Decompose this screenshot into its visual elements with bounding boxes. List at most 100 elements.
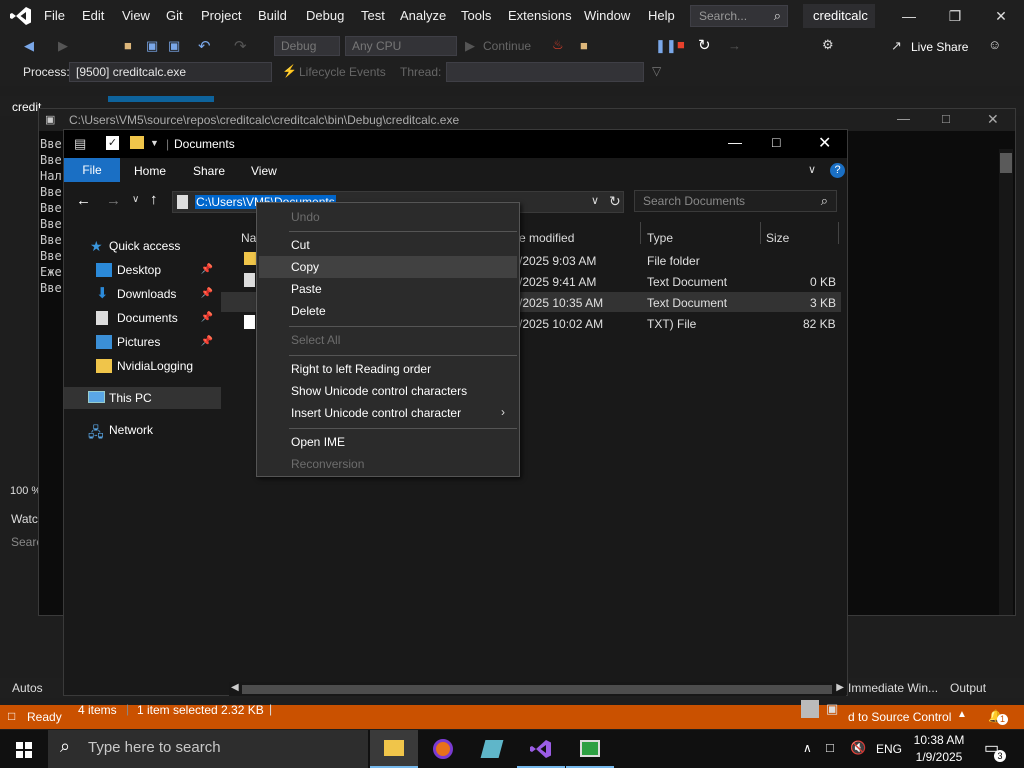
- document-tab-creditcalc[interactable]: credit: [12, 100, 41, 114]
- network-tray-icon[interactable]: □: [826, 740, 834, 755]
- redo-icon[interactable]: ↷: [234, 37, 247, 55]
- ctx-select-all[interactable]: Select All: [259, 329, 517, 351]
- pin-icon[interactable]: 📌: [201, 331, 213, 353]
- pin-icon[interactable]: 📌: [201, 259, 213, 281]
- forward-arrow-icon[interactable]: →: [106, 192, 121, 209]
- nav-downloads[interactable]: ⬇ Downloads 📌: [64, 283, 221, 305]
- start-button[interactable]: [0, 730, 48, 768]
- restart-icon[interactable]: ↻: [698, 36, 711, 54]
- quick-access-toolbar-caret-icon[interactable]: ▼: [150, 138, 159, 148]
- ctx-cut[interactable]: Cut: [259, 234, 517, 256]
- nav-documents[interactable]: Documents 📌: [64, 307, 221, 329]
- ctx-paste[interactable]: Paste: [259, 278, 517, 300]
- menu-view[interactable]: View: [122, 8, 150, 23]
- console-scroll-thumb[interactable]: [1000, 153, 1012, 173]
- vs-search-box[interactable]: Search... ⌕: [690, 5, 788, 27]
- up-arrow-icon[interactable]: ↑: [150, 191, 158, 208]
- ctx-insert-unicode[interactable]: Insert Unicode control character: [259, 402, 517, 424]
- continue-button[interactable]: Continue: [483, 39, 531, 53]
- pin-icon[interactable]: 📌: [201, 283, 213, 305]
- ribbon-tab-share[interactable]: Share: [193, 164, 225, 178]
- menu-analyze[interactable]: Analyze: [400, 8, 446, 23]
- menu-build[interactable]: Build: [258, 8, 287, 23]
- column-divider[interactable]: [640, 222, 641, 244]
- save-icon[interactable]: ▣: [146, 38, 158, 54]
- details-view-icon[interactable]: [801, 700, 819, 718]
- nav-quick-access[interactable]: ★ Quick access: [64, 235, 221, 257]
- process-dropdown[interactable]: [9500] creditcalc.exe: [69, 62, 272, 82]
- hot-reload-settings-icon[interactable]: ⚙: [822, 37, 834, 53]
- console-title[interactable]: C:\Users\VM5\source\repos\creditcalc\cre…: [39, 109, 1015, 131]
- ribbon-tab-file[interactable]: File: [64, 158, 120, 182]
- column-divider[interactable]: [838, 222, 839, 244]
- taskbar-app-notepad[interactable]: [468, 730, 516, 768]
- pin-icon[interactable]: 📌: [201, 307, 213, 329]
- checkbox-icon[interactable]: ✓: [106, 136, 119, 150]
- scroll-right-icon[interactable]: ▶: [836, 682, 844, 693]
- input-language[interactable]: ENG: [876, 742, 902, 756]
- nav-nvidia-logging[interactable]: NvidiaLogging: [64, 355, 221, 377]
- save-all-icon[interactable]: ▣: [168, 38, 180, 54]
- ribbon-tab-view[interactable]: View: [251, 164, 277, 178]
- nav-desktop[interactable]: Desktop 📌: [64, 259, 221, 281]
- lifecycle-events-label[interactable]: Lifecycle Events: [299, 65, 386, 79]
- taskbar-clock[interactable]: 10:38 AM 1/9/2025: [906, 732, 972, 766]
- feedback-icon[interactable]: ☺: [988, 37, 1001, 52]
- filter-icon[interactable]: ▽: [652, 64, 661, 78]
- console-scrollbar[interactable]: [999, 149, 1013, 615]
- explorer-maximize-icon[interactable]: □: [772, 134, 780, 150]
- folder-icon[interactable]: [130, 136, 144, 149]
- immediate-window-tab[interactable]: Immediate Win...: [848, 681, 938, 695]
- vs-close-icon[interactable]: ✕: [986, 5, 1016, 27]
- scroll-left-icon[interactable]: ◀: [231, 682, 239, 693]
- explorer-properties-icon[interactable]: ▤: [74, 136, 86, 152]
- taskbar-firefox[interactable]: [419, 730, 467, 768]
- ctx-reconversion[interactable]: Reconversion: [259, 453, 517, 475]
- ctx-rtl-reading-order[interactable]: Right to left Reading order: [259, 358, 517, 380]
- help-icon[interactable]: ?: [830, 163, 845, 178]
- menu-project[interactable]: Project: [201, 8, 241, 23]
- open-folder-icon[interactable]: ■: [124, 38, 132, 53]
- explorer-close-icon[interactable]: ✕: [818, 133, 831, 153]
- undo-icon[interactable]: ↶: [198, 37, 211, 55]
- nav-network[interactable]: 🖧 Network: [64, 419, 221, 441]
- nav-pictures[interactable]: Pictures 📌: [64, 331, 221, 353]
- console-maximize-icon[interactable]: □: [942, 111, 950, 126]
- column-header-date-modified[interactable]: e modified: [519, 231, 574, 245]
- continue-play-icon[interactable]: ▶: [465, 38, 475, 54]
- config-dropdown[interactable]: Debug: [274, 36, 340, 56]
- browse-folder-icon[interactable]: ■: [580, 38, 588, 53]
- zoom-level[interactable]: 100 %: [10, 485, 41, 497]
- refresh-icon[interactable]: ↻: [609, 193, 621, 210]
- back-arrow-icon[interactable]: ←: [76, 192, 91, 209]
- taskbar-console[interactable]: [566, 730, 614, 768]
- menu-tools[interactable]: Tools: [461, 8, 491, 23]
- taskbar-visual-studio[interactable]: [517, 730, 565, 768]
- console-close-icon[interactable]: ✕: [987, 111, 999, 128]
- menu-extensions[interactable]: Extensions: [508, 8, 572, 23]
- add-to-source-control[interactable]: d to Source Control: [848, 710, 951, 724]
- ribbon-tab-home[interactable]: Home: [134, 164, 166, 178]
- menu-window[interactable]: Window: [584, 8, 630, 23]
- vs-maximize-icon[interactable]: ❐: [940, 5, 970, 27]
- thread-dropdown[interactable]: [446, 62, 644, 82]
- stop-icon[interactable]: ■: [677, 37, 685, 52]
- explorer-minimize-icon[interactable]: —: [728, 134, 742, 150]
- ctx-delete[interactable]: Delete: [259, 300, 517, 322]
- recent-locations-icon[interactable]: ∨: [132, 194, 139, 205]
- output-tab[interactable]: Output: [950, 681, 986, 695]
- tray-overflow-icon[interactable]: ∧: [803, 741, 812, 755]
- live-share-button[interactable]: Live Share: [911, 40, 968, 54]
- taskbar-file-explorer[interactable]: [370, 730, 418, 768]
- ctx-show-unicode[interactable]: Show Unicode control characters: [259, 380, 517, 402]
- taskbar-search-box[interactable]: ⌕ Type here to search: [48, 730, 368, 768]
- large-icons-view-icon[interactable]: ▣: [826, 701, 838, 717]
- nav-this-pc[interactable]: This PC: [64, 387, 221, 409]
- platform-dropdown[interactable]: Any CPU: [345, 36, 457, 56]
- watch-tab[interactable]: Watc: [11, 512, 38, 526]
- menu-test[interactable]: Test: [361, 8, 385, 23]
- menu-git[interactable]: Git: [166, 8, 183, 23]
- explorer-title-bar[interactable]: ▤ ✓ ▼ | Documents — □ ✕: [64, 130, 847, 158]
- column-divider[interactable]: [760, 222, 761, 244]
- explorer-search-input[interactable]: Search Documents ⌕: [634, 190, 837, 212]
